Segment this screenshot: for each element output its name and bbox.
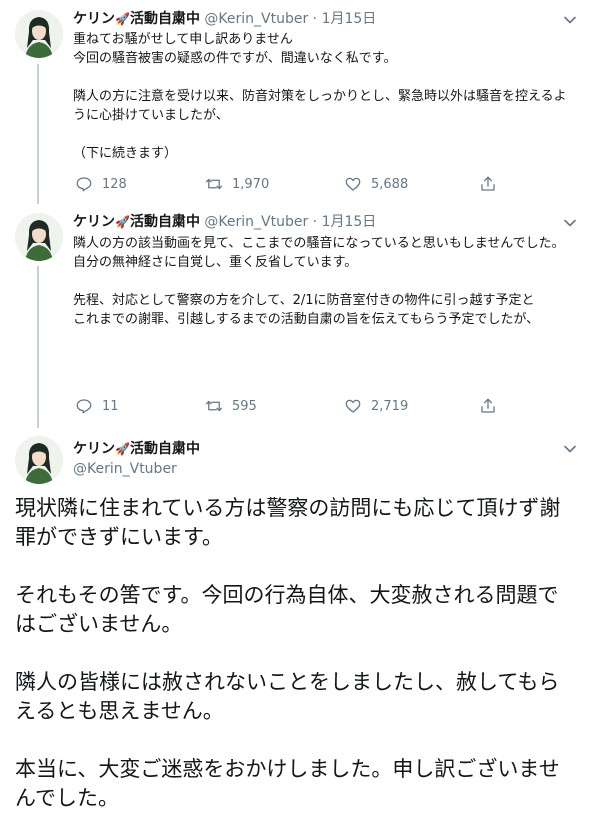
- avatar[interactable]: [15, 10, 63, 58]
- display-name-row[interactable]: ケリン🚀活動自粛中: [73, 440, 200, 458]
- reply-icon: [76, 177, 92, 192]
- tweet-actions: 128 1,970 5,688: [73, 174, 513, 194]
- share-button[interactable]: [479, 396, 497, 416]
- like-button[interactable]: 2,719: [344, 396, 408, 416]
- tweet[interactable]: ケリン🚀活動自粛中 @Kerin_Vtuber · 1月15日 隣人の方の該当動…: [0, 205, 593, 430]
- retweet-count: 1,970: [232, 176, 270, 192]
- retweet-button[interactable]: 1,970: [205, 174, 269, 194]
- reply-icon: [76, 399, 92, 414]
- display-name[interactable]: ケリン: [73, 214, 115, 230]
- rocket-icon: 🚀: [115, 442, 130, 456]
- display-name-suffix[interactable]: 活動自粛中: [130, 214, 200, 230]
- retweet-icon: [205, 400, 223, 412]
- display-name-suffix[interactable]: 活動自粛中: [130, 11, 200, 27]
- timestamp[interactable]: 1月15日: [322, 214, 377, 230]
- reply-button[interactable]: 11: [75, 396, 119, 416]
- reply-button[interactable]: 128: [75, 174, 127, 194]
- chevron-down-icon[interactable]: [563, 442, 577, 456]
- like-count: 5,688: [371, 176, 409, 192]
- display-name-suffix[interactable]: 活動自粛中: [130, 441, 200, 457]
- share-button[interactable]: [479, 174, 497, 194]
- main-tweet-text: 現状隣に住まれている方は警察の訪問にも応じて頂けず謝罪ができずにいます。 それも…: [15, 496, 561, 810]
- reply-count: 128: [102, 176, 127, 192]
- heart-icon: [345, 399, 361, 413]
- timestamp[interactable]: 1月15日: [322, 11, 377, 27]
- user-handle[interactable]: @Kerin_Vtuber: [73, 460, 177, 478]
- tweet-actions: 11 595 2,719: [73, 396, 513, 416]
- display-name[interactable]: ケリン: [73, 11, 115, 27]
- chevron-down-icon[interactable]: [563, 13, 577, 27]
- retweet-count: 595: [232, 398, 257, 414]
- user-handle[interactable]: @Kerin_Vtuber: [204, 11, 308, 27]
- like-button[interactable]: 5,688: [344, 174, 408, 194]
- display-name[interactable]: ケリン: [73, 441, 115, 457]
- reply-count: 11: [102, 398, 119, 414]
- user-handle[interactable]: @Kerin_Vtuber: [204, 214, 308, 230]
- tweet[interactable]: ケリン🚀活動自粛中 @Kerin_Vtuber · 1月15日 重ねてお騒がせし…: [0, 0, 593, 205]
- tweet-text: 重ねてお騒がせして申し訳ありません 今回の騒音被害の疑惑の件ですが、間違いなく私…: [73, 32, 567, 161]
- retweet-icon: [205, 178, 223, 190]
- avatar[interactable]: [15, 436, 63, 484]
- rocket-icon: 🚀: [115, 215, 130, 229]
- share-icon: [481, 398, 495, 413]
- tweet-text: 隣人の方の該当動画を見て、ここまでの騒音になっていると思いもしませんでした。 自…: [73, 236, 565, 327]
- rocket-icon: 🚀: [115, 12, 130, 26]
- share-icon: [481, 176, 495, 191]
- chevron-down-icon[interactable]: [563, 216, 577, 230]
- like-count: 2,719: [371, 398, 409, 414]
- separator: ·: [312, 214, 318, 230]
- retweet-button[interactable]: 595: [205, 396, 257, 416]
- avatar[interactable]: [15, 213, 63, 261]
- separator: ·: [312, 11, 318, 27]
- heart-icon: [345, 177, 361, 191]
